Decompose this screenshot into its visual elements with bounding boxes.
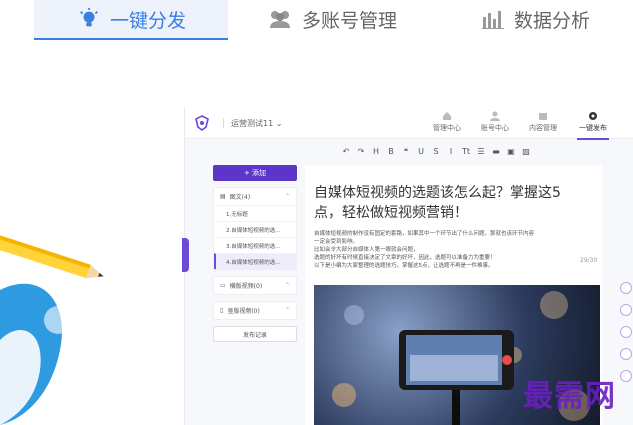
lightbulb-icon (80, 8, 98, 27)
rail-avatar[interactable] (620, 282, 632, 294)
page: 一键分发 多账号管理 数据分析 运营测试11 ⌄ 管理中心 账号中心 内容管理 … (0, 0, 633, 425)
image-icon[interactable]: ▨ (521, 147, 531, 156)
chevron-down-icon: ⌄ (275, 119, 283, 128)
nav-management-center[interactable]: 管理中心 (425, 111, 469, 137)
publish-record-button[interactable]: 发布记录 (213, 326, 297, 342)
nav-label: 账号中心 (481, 124, 509, 132)
body-line: 比如会令大部分自媒体人第一眼就会问题， (314, 247, 419, 253)
underline-icon[interactable]: U (416, 147, 426, 156)
right-rail (620, 282, 633, 425)
tab-label: 多账号管理 (302, 9, 398, 32)
app-logo-icon (195, 115, 209, 131)
divider (223, 118, 224, 128)
rail-button[interactable] (620, 348, 632, 360)
list-item[interactable]: 1.无标题 (214, 205, 296, 221)
body-line: 自媒体短视频的制作没有固定的套路，如果其中一个环节出了什么问题，那就也该环节内容 (314, 231, 535, 237)
chevron-up-icon: ⌃ (284, 282, 290, 289)
body-line: 以下是小编为大家整理的选题技巧，掌握这5点，让选题不再是一件难事。 (314, 263, 494, 269)
tab-data-analysis[interactable]: 数据分析 (482, 0, 590, 38)
italic-icon[interactable]: I (446, 147, 456, 156)
rail-button[interactable] (620, 326, 632, 338)
font-size-icon[interactable]: Tt (461, 147, 471, 156)
group-portrait-video: ▯ 竖版视频(0) ⌃ (213, 301, 297, 320)
nav-label: 内容管理 (529, 124, 557, 132)
group-landscape-video: ▭ 横版视频(0) ⌃ (213, 276, 297, 295)
undo-icon[interactable]: ↶ (341, 147, 351, 156)
add-button[interactable]: + 添加 (213, 165, 297, 181)
app-header: 运营测试11 ⌄ 管理中心 账号中心 内容管理 一键发布 (185, 107, 633, 140)
feature-tabs: 一键分发 多账号管理 数据分析 (0, 0, 633, 40)
nav-account-center[interactable]: 账号中心 (473, 111, 517, 137)
editor-toolbar: ↶ ↷ H B ❝ U S I Tt ☰ ▬ ▣ ▨ (341, 147, 531, 156)
body-line: 选题的好坏有时候直接决定了文章的好坏，因此，选题可以准备力为重要！ (314, 255, 496, 261)
rail-button[interactable] (620, 304, 632, 316)
group-label: 竖版视频(0) (227, 308, 260, 315)
video-icon: ▯ (220, 307, 224, 314)
side-collapse-handle[interactable] (182, 238, 189, 272)
article-title-input[interactable]: 自媒体短视频的选题该怎么起？掌握这5点，轻松做短视频营销！ (314, 183, 564, 223)
redo-icon[interactable]: ↷ (356, 147, 366, 156)
workspace-selector[interactable]: 运营测试11 ⌄ (231, 118, 282, 129)
users-icon (270, 11, 290, 28)
divider-line-icon[interactable]: ▬ (491, 147, 501, 156)
workspace-name: 运营测试11 (231, 119, 274, 128)
group-header[interactable]: ▤ 图文(4) ⌃ (214, 188, 296, 205)
group-header[interactable]: ▯ 竖版视频(0) ⌃ (214, 302, 296, 319)
tab-label: 一键分发 (110, 9, 187, 32)
bold-icon[interactable]: B (386, 147, 396, 156)
heading-icon[interactable]: H (371, 147, 381, 156)
folder-icon (539, 113, 547, 120)
video-icon: ▭ (220, 282, 226, 289)
tab-label: 数据分析 (514, 9, 591, 32)
send-icon (589, 112, 597, 120)
bar-chart-icon (482, 11, 504, 29)
chevron-up-icon: ⌃ (284, 307, 290, 314)
nav-one-click-publish[interactable]: 一键发布 (571, 111, 615, 140)
user-icon (490, 111, 500, 121)
quote-icon[interactable]: ❝ (401, 147, 411, 156)
list-item-selected[interactable]: 4.自媒体短视频的选... (214, 253, 296, 269)
article-icon: ▤ (220, 193, 226, 200)
list-icon[interactable]: ☰ (476, 147, 486, 156)
group-label: 横版视频(0) (229, 283, 263, 290)
body-line: 一定会受到影响。 (314, 239, 359, 245)
nav-label: 管理中心 (433, 124, 461, 132)
nav-content-management[interactable]: 内容管理 (521, 111, 565, 137)
chevron-up-icon: ⌃ (284, 193, 290, 200)
article-body[interactable]: 自媒体短视频的制作没有固定的套路，如果其中一个环节出了什么问题，那就也该环节内容… (314, 230, 594, 270)
strikethrough-icon[interactable]: S (431, 147, 441, 156)
video-icon[interactable]: ▣ (506, 147, 516, 156)
group-header[interactable]: ▭ 横版视频(0) ⌃ (214, 277, 296, 294)
group-articles: ▤ 图文(4) ⌃ 1.无标题 2.自媒体短视频的选... 3.自媒体短视频的选… (213, 187, 297, 270)
watermark: 最需网 (523, 379, 616, 414)
tab-one-click-publish[interactable]: 一键分发 (34, 0, 228, 40)
tab-multi-account[interactable]: 多账号管理 (268, 0, 397, 38)
pencil-illustration (0, 233, 104, 425)
rail-button[interactable] (620, 370, 632, 382)
group-label: 图文(4) (229, 194, 251, 201)
list-item[interactable]: 2.自媒体短视频的选... (214, 221, 296, 237)
list-item[interactable]: 3.自媒体短视频的选... (214, 237, 296, 253)
article-sidebar: + 添加 ▤ 图文(4) ⌃ 1.无标题 2.自媒体短视频的选... 3.自媒体… (213, 165, 297, 342)
home-icon (443, 112, 451, 120)
nav-label: 一键发布 (579, 124, 607, 132)
